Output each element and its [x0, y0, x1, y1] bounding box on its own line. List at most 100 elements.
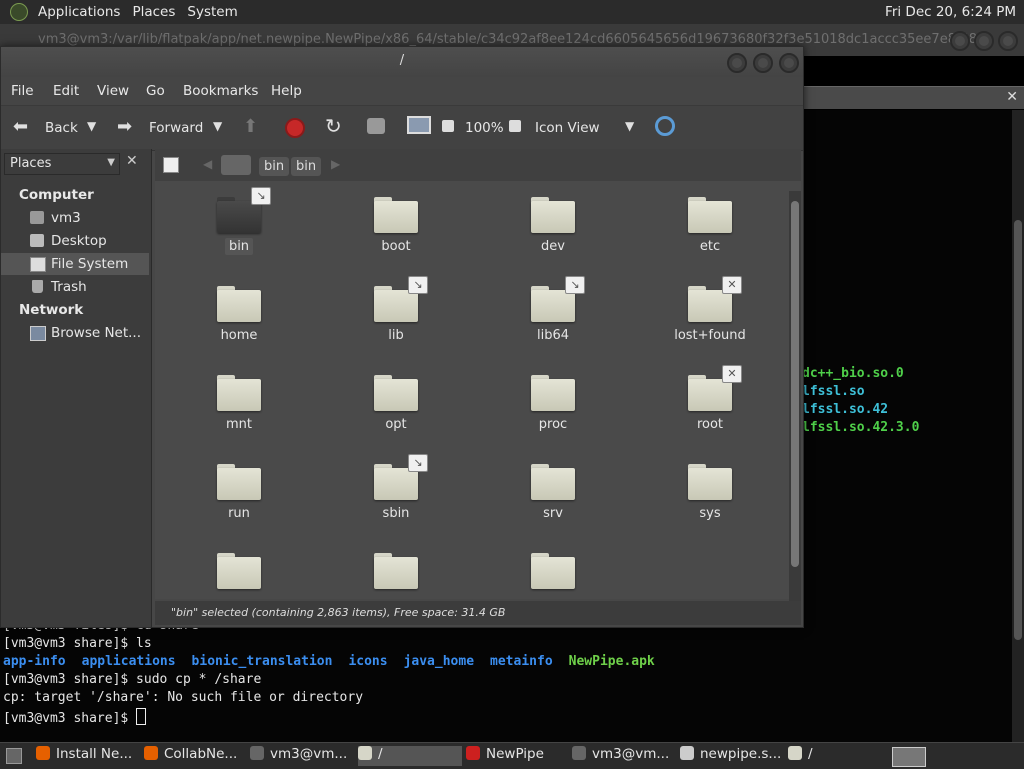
icon-view[interactable]: bin ↘ boot dev etc home lib ↘ lib64 ↘ lost+found ✕ m…	[155, 181, 801, 599]
sidebar-item-vm3[interactable]: vm3	[1, 207, 149, 229]
view-mode-dropdown-icon[interactable]: ▼	[625, 119, 634, 133]
menu-help[interactable]: Help	[271, 83, 302, 99]
minimize-button[interactable]	[727, 53, 747, 73]
taskbar-item[interactable]: vm3@vm...	[250, 746, 350, 766]
folder-lost-found[interactable]: lost+found ✕	[660, 276, 760, 364]
computer-icon[interactable]	[407, 116, 431, 134]
search-icon[interactable]	[655, 116, 675, 136]
view-mode-select[interactable]: Icon View	[535, 120, 600, 136]
folder-lib[interactable]: lib ↘	[346, 276, 446, 364]
forward-history-dropdown-icon[interactable]: ▼	[213, 119, 222, 133]
chevron-down-icon: ▼	[107, 157, 115, 168]
ls-entry: bionic_translation	[191, 654, 333, 669]
ls-entry: app-info	[3, 654, 66, 669]
folder-root[interactable]: root ✕	[660, 365, 760, 453]
taskbar-item-label: NewPipe	[486, 746, 544, 762]
show-desktop-icon[interactable]	[6, 748, 22, 764]
taskbar-item[interactable]: Install Ne...	[36, 746, 136, 766]
folder-lib64[interactable]: lib64 ↘	[503, 276, 603, 364]
folder-label: bin	[224, 238, 254, 255]
maximize-button[interactable]	[753, 53, 773, 73]
taskbar-item-label: vm3@vm...	[270, 746, 348, 762]
stop-icon[interactable]	[285, 118, 305, 138]
menu-go[interactable]: Go	[146, 83, 165, 99]
sidebar-item-file-system[interactable]: File System	[1, 253, 149, 275]
edit-location-icon[interactable]	[163, 157, 179, 173]
taskbar-item-label: Install Ne...	[56, 746, 133, 762]
symlink-emblem-icon: ↘	[565, 276, 585, 294]
top-panel: Applications Places System Fri Dec 20, 6…	[0, 0, 1024, 25]
distro-logo-icon[interactable]	[10, 3, 28, 21]
path-scroll-right-icon[interactable]: ▶	[331, 157, 340, 171]
reload-icon[interactable]: ↻	[325, 114, 342, 138]
folder-mnt[interactable]: mnt	[189, 369, 289, 453]
menu-view[interactable]: View	[97, 83, 129, 99]
path-crumb-bin[interactable]: bin	[291, 157, 322, 176]
close-sidebar-icon[interactable]: ✕	[126, 153, 138, 169]
folder-etc[interactable]: etc	[660, 191, 760, 275]
forward-button[interactable]: Forward	[149, 120, 203, 136]
file-manager-titlebar[interactable]: /	[1, 47, 803, 77]
forward-arrow-icon[interactable]: ➡	[117, 116, 132, 137]
folder-dev[interactable]: dev	[503, 191, 603, 275]
minimize-button[interactable]	[950, 31, 970, 51]
back-arrow-icon[interactable]: ⬅	[13, 116, 28, 137]
sidebar-item-trash[interactable]: Trash	[1, 276, 149, 298]
prompt-text: [vm3@vm3 share]$	[3, 711, 137, 726]
path-scroll-left-icon[interactable]: ◀	[203, 157, 212, 171]
sidebar-item-browse-network[interactable]: Browse Net...	[1, 322, 149, 344]
taskbar-item[interactable]: /	[788, 746, 888, 766]
maximize-button[interactable]	[974, 31, 994, 51]
close-icon[interactable]: ✕	[1006, 89, 1018, 105]
close-button[interactable]	[998, 31, 1018, 51]
menu-bookmarks[interactable]: Bookmarks	[183, 83, 258, 99]
home-icon[interactable]	[367, 118, 385, 134]
taskbar-item-label: newpipe.s...	[700, 746, 782, 762]
folder-sbin[interactable]: sbin ↘	[346, 454, 446, 542]
close-button[interactable]	[779, 53, 799, 73]
zoom-out-icon[interactable]	[442, 120, 454, 132]
terminal-scrollbar[interactable]	[1012, 110, 1024, 742]
workspace-switcher[interactable]	[892, 747, 926, 767]
folder-home[interactable]: home	[189, 280, 289, 364]
up-arrow-icon[interactable]: ⬆	[243, 116, 258, 137]
folder-label: lib	[388, 328, 404, 343]
taskbar-item-label: vm3@vm...	[592, 746, 670, 762]
places-menu[interactable]: Places	[126, 4, 181, 20]
zoom-in-icon[interactable]	[509, 120, 521, 132]
system-menu[interactable]: System	[181, 4, 243, 20]
menu-edit[interactable]: Edit	[53, 83, 79, 99]
folder-proc[interactable]: proc	[503, 369, 603, 453]
back-history-dropdown-icon[interactable]: ▼	[87, 119, 96, 133]
folder-sys[interactable]: sys	[660, 458, 760, 542]
taskbar-item[interactable]: NewPipe	[466, 746, 566, 766]
taskbar-item[interactable]: vm3@vm...	[572, 746, 672, 766]
clock[interactable]: Fri Dec 20, 6:24 PM	[885, 4, 1016, 20]
folder-boot[interactable]: boot	[346, 191, 446, 275]
taskbar-item[interactable]: CollabNe...	[144, 746, 244, 766]
content-scrollbar[interactable]	[789, 191, 801, 601]
symlink-emblem-icon: ↘	[251, 187, 271, 205]
places-combo[interactable]: Places ▼	[4, 153, 120, 175]
window-title: /	[399, 53, 405, 68]
path-crumb-bin[interactable]: bin	[259, 157, 290, 176]
sidebar-item-desktop[interactable]: Desktop	[1, 230, 149, 252]
symlink-emblem-icon: ↘	[408, 454, 428, 472]
folder-bin[interactable]: bin ↘	[189, 187, 289, 275]
folder-run[interactable]: run	[189, 458, 289, 542]
taskbar-item[interactable]: newpipe.s...	[680, 746, 782, 766]
folder-label: mnt	[226, 417, 252, 432]
sidebar-item-label: Desktop	[51, 233, 107, 249]
sidebar-item-label: Browse Net...	[51, 325, 142, 341]
back-button[interactable]: Back	[45, 120, 78, 136]
taskbar-item[interactable]: /	[358, 746, 462, 766]
folder-label: lib64	[536, 328, 570, 343]
path-root-button[interactable]	[221, 155, 251, 175]
terminal-line: cp: target '/share': No such file or dir…	[3, 690, 364, 705]
menu-file[interactable]: File	[11, 83, 34, 99]
applications-menu[interactable]: Applications	[32, 4, 126, 20]
folder-opt[interactable]: opt	[346, 369, 446, 453]
folder-srv[interactable]: srv	[503, 458, 603, 542]
scrollbar-thumb[interactable]	[1014, 220, 1022, 640]
scrollbar-thumb[interactable]	[791, 201, 799, 567]
